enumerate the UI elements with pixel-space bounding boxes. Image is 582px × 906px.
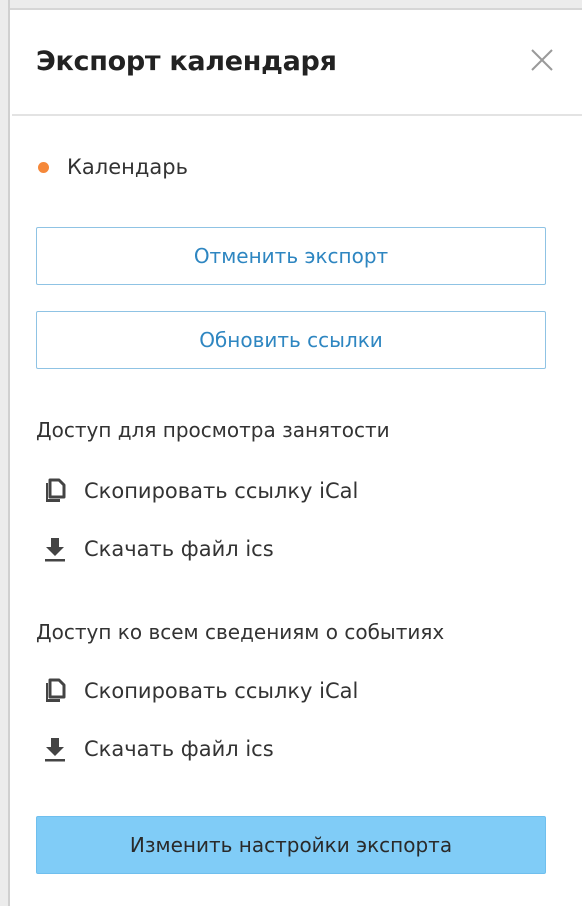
calendar-name: Календарь bbox=[67, 155, 188, 179]
download-file-label: Скачать файл ics bbox=[84, 737, 274, 761]
copy-icon bbox=[40, 476, 70, 506]
cancel-export-button[interactable]: Отменить экспорт bbox=[36, 227, 546, 285]
calendar-item: Календарь bbox=[38, 152, 188, 182]
full-download-ics[interactable]: Скачать файл ics bbox=[40, 732, 274, 766]
download-file-label: Скачать файл ics bbox=[84, 537, 274, 561]
calendar-color-dot bbox=[38, 161, 49, 173]
busy-copy-ical-link[interactable]: Скопировать ссылку iCal bbox=[40, 474, 358, 508]
busy-access-heading: Доступ для просмотра занятости bbox=[36, 418, 390, 442]
panel-title: Экспорт календаря bbox=[36, 46, 337, 77]
download-icon bbox=[40, 734, 70, 764]
close-button[interactable] bbox=[528, 46, 556, 74]
copy-link-label: Скопировать ссылку iCal bbox=[84, 479, 359, 503]
full-copy-ical-link[interactable]: Скопировать ссылку iCal bbox=[40, 674, 358, 708]
close-icon bbox=[531, 49, 553, 71]
full-access-heading: Доступ ко всем сведениям о событиях bbox=[36, 620, 445, 644]
copy-icon bbox=[40, 676, 70, 706]
download-icon bbox=[40, 534, 70, 564]
change-export-settings-button[interactable]: Изменить настройки экспорта bbox=[36, 816, 546, 874]
copy-link-label: Скопировать ссылку iCal bbox=[84, 679, 359, 703]
panel-header: Экспорт календаря bbox=[12, 10, 582, 116]
busy-download-ics[interactable]: Скачать файл ics bbox=[40, 532, 274, 566]
panel-top-border bbox=[10, 0, 582, 10]
export-calendar-panel: Экспорт календаря Календарь Отменить экс… bbox=[0, 0, 582, 906]
panel-left-border bbox=[0, 0, 10, 906]
refresh-links-button[interactable]: Обновить ссылки bbox=[36, 311, 546, 369]
